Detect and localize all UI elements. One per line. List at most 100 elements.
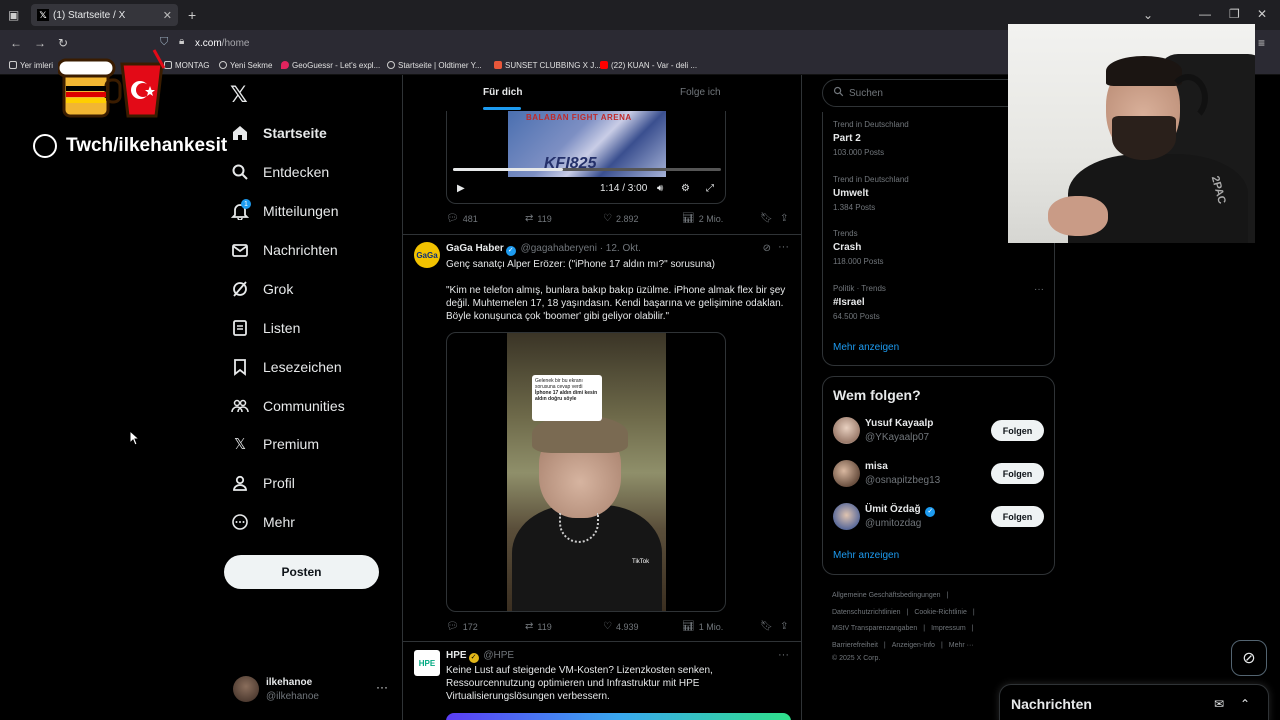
show-more-trends-link[interactable]: Mehr anzeigen bbox=[833, 342, 899, 353]
footer-link[interactable]: Mehr ··· bbox=[949, 642, 974, 649]
account-switcher[interactable]: ilkehanoe @ilkehanoe ··· bbox=[231, 676, 391, 706]
trend-item[interactable]: Trends Crash 118.000 Posts bbox=[833, 229, 1033, 266]
views-button[interactable]: 📊︎ 2 Mio. bbox=[682, 213, 723, 224]
trend-item[interactable]: Trend in Deutschland Umwelt 1.384 Posts bbox=[833, 175, 1033, 212]
footer-link[interactable]: Allgemeine Geschäftsbedingungen bbox=[832, 592, 941, 599]
lock-icon[interactable]: 🔒︎ bbox=[179, 36, 184, 47]
follow-button[interactable]: Folgen bbox=[991, 420, 1044, 441]
like-button[interactable]: ♡ 4.939 bbox=[603, 621, 639, 632]
minimize-icon[interactable]: — bbox=[1199, 7, 1211, 21]
reply-button[interactable]: 💬︎ 172 bbox=[446, 621, 478, 632]
retweet-button[interactable]: ⇄ 119 bbox=[525, 213, 552, 224]
show-more-follow-link[interactable]: Mehr anzeigen bbox=[833, 550, 899, 561]
more-dots-icon[interactable]: ··· bbox=[1034, 284, 1044, 295]
tweet-author-name[interactable]: HPE bbox=[446, 650, 467, 661]
nav-item-listen[interactable]: Listen bbox=[231, 313, 300, 343]
bookmark-item[interactable]: (22) KUAN - Var - deli ... bbox=[600, 61, 697, 70]
new-message-icon[interactable]: ✉ bbox=[1214, 697, 1224, 711]
chevron-down-icon[interactable]: ⌄ bbox=[1143, 8, 1153, 22]
tweet-author-name[interactable]: GaGa Haber bbox=[446, 243, 504, 254]
bookmark-item[interactable]: GeoGuessr - Let's expl... bbox=[281, 61, 380, 70]
expand-icon[interactable]: ⌃ bbox=[1240, 697, 1250, 711]
menu-icon[interactable]: ≡ bbox=[1258, 36, 1265, 50]
follow-suggestion[interactable]: Ümit Özdağ ✓ @umitozdag Folgen bbox=[833, 503, 1045, 533]
footer-link[interactable]: Impressum bbox=[931, 625, 966, 632]
grok-icon[interactable]: ⊘ bbox=[763, 243, 771, 254]
messages-drawer-title: Nachrichten bbox=[1011, 696, 1092, 712]
nav-item-premium[interactable]: 𝕏 Premium bbox=[231, 429, 319, 459]
volume-icon[interactable]: 🔊︎ bbox=[657, 183, 663, 194]
bookmark-item[interactable]: Startseite | Oldtimer Y... bbox=[387, 61, 482, 70]
heart-icon: ♡ bbox=[603, 621, 612, 632]
retweet-button[interactable]: ⇄ 119 bbox=[525, 621, 552, 632]
avatar[interactable]: GaGa bbox=[414, 242, 440, 268]
video-player[interactable]: BALABAN FIGHT ARENA KFI825 ▶ 1:14 / 3:00… bbox=[446, 111, 726, 204]
ad-media[interactable] bbox=[446, 713, 791, 720]
footer-link[interactable]: MStV Transparenzangaben bbox=[832, 625, 917, 632]
nav-item-mehr[interactable]: Mehr bbox=[231, 507, 295, 537]
tab-folge-ich[interactable]: Folge ich bbox=[680, 87, 721, 98]
bookmark-item[interactable]: Yer imleri bbox=[9, 61, 53, 70]
messages-drawer[interactable]: Nachrichten ✉ ⌃ bbox=[999, 684, 1269, 720]
tweet-date[interactable]: · 12. Okt. bbox=[600, 243, 641, 254]
window-close-icon[interactable]: ✕ bbox=[1257, 7, 1267, 21]
follow-button[interactable]: Folgen bbox=[991, 506, 1044, 527]
x-logo-icon[interactable]: 𝕏 bbox=[230, 82, 248, 108]
bookmark-button[interactable]: 🔖︎ bbox=[760, 621, 777, 632]
browser-tab[interactable]: 𝕏 (1) Startseite / X ✕ bbox=[31, 4, 178, 26]
nav-item-entdecken[interactable]: Entdecken bbox=[231, 157, 329, 187]
footer-link[interactable]: Anzeigen-Info bbox=[892, 642, 935, 649]
divider bbox=[403, 641, 801, 642]
share-button[interactable]: ⇪ bbox=[780, 621, 792, 632]
reply-count: 172 bbox=[462, 621, 478, 632]
profile-icon bbox=[231, 474, 249, 492]
trend-item[interactable]: Politik · Trends #Israel 64.500 Posts bbox=[833, 284, 1033, 321]
more-dots-icon[interactable]: ··· bbox=[376, 680, 388, 694]
reply-button[interactable]: 💬︎ 481 bbox=[446, 213, 478, 224]
tab-close-icon[interactable]: ✕ bbox=[163, 9, 172, 22]
search-input[interactable]: Suchen bbox=[822, 79, 1022, 107]
bookmark-item[interactable]: Yeni Sekme bbox=[219, 61, 272, 70]
tab-list-icon[interactable]: ▣ bbox=[8, 8, 19, 22]
footer-link[interactable]: Datenschutzrichtlinien bbox=[832, 609, 900, 616]
grok-fab-icon[interactable]: ⊘ bbox=[1231, 640, 1267, 676]
footer-link[interactable]: Cookie-Richtlinie bbox=[914, 609, 967, 616]
share-button[interactable]: ⇪ bbox=[780, 213, 792, 224]
views-button[interactable]: 📊︎ 1 Mio. bbox=[682, 621, 723, 632]
more-dots-icon[interactable]: ··· bbox=[778, 241, 789, 253]
nav-item-profil[interactable]: Profil bbox=[231, 468, 295, 498]
nav-item-nachrichten[interactable]: Nachrichten bbox=[231, 235, 338, 265]
nav-item-grok[interactable]: Grok bbox=[231, 274, 293, 304]
trend-item[interactable]: Trend in Deutschland Part 2 103.000 Post… bbox=[833, 120, 1033, 157]
x-icon: 𝕏 bbox=[233, 436, 247, 453]
tweet-author-handle[interactable]: @HPE bbox=[483, 650, 514, 661]
bookmark-button[interactable]: 🔖︎ bbox=[760, 213, 777, 224]
nav-item-lesezeichen[interactable]: Lesezeichen bbox=[231, 352, 342, 382]
url-field[interactable]: x.com/home bbox=[195, 38, 249, 49]
tweet-author-handle[interactable]: @gagahaberyeni bbox=[521, 243, 597, 254]
follow-button[interactable]: Folgen bbox=[991, 463, 1044, 484]
play-icon[interactable]: ▶ bbox=[457, 183, 465, 194]
bookmark-item[interactable]: SUNSET CLUBBING X J... bbox=[494, 61, 601, 70]
forward-icon[interactable]: → bbox=[34, 36, 46, 50]
footer-link[interactable]: Barrierefreiheit bbox=[832, 642, 878, 649]
new-tab-icon[interactable]: + bbox=[188, 7, 196, 23]
fullscreen-icon[interactable]: ⤢ bbox=[706, 183, 714, 194]
video-player[interactable]: Gelenek bir bu ekranı sorusuna cevap ver… bbox=[446, 332, 726, 612]
maximize-icon[interactable]: ❐ bbox=[1229, 7, 1240, 21]
tab-underline bbox=[483, 107, 521, 110]
nav-item-startseite[interactable]: Startseite bbox=[231, 118, 327, 148]
globe-icon bbox=[387, 61, 395, 69]
search-icon bbox=[231, 163, 249, 181]
like-button[interactable]: ♡ 2.892 bbox=[603, 213, 639, 224]
back-icon[interactable]: ← bbox=[10, 36, 22, 50]
avatar[interactable]: HPE bbox=[414, 650, 440, 676]
video-progress-bar[interactable] bbox=[453, 168, 721, 171]
post-button[interactable]: Posten bbox=[224, 555, 379, 589]
nav-item-communities[interactable]: Communities bbox=[231, 391, 345, 421]
more-dots-icon[interactable]: ··· bbox=[778, 649, 789, 661]
tab-fuer-dich[interactable]: Für dich bbox=[483, 87, 522, 98]
follow-suggestion[interactable]: misa @osnapitzbeg13 Folgen bbox=[833, 460, 1045, 490]
settings-icon[interactable]: ⚙ bbox=[681, 183, 690, 194]
follow-suggestion[interactable]: Yusuf Kayaalp @YKayaalp07 Folgen bbox=[833, 417, 1045, 447]
